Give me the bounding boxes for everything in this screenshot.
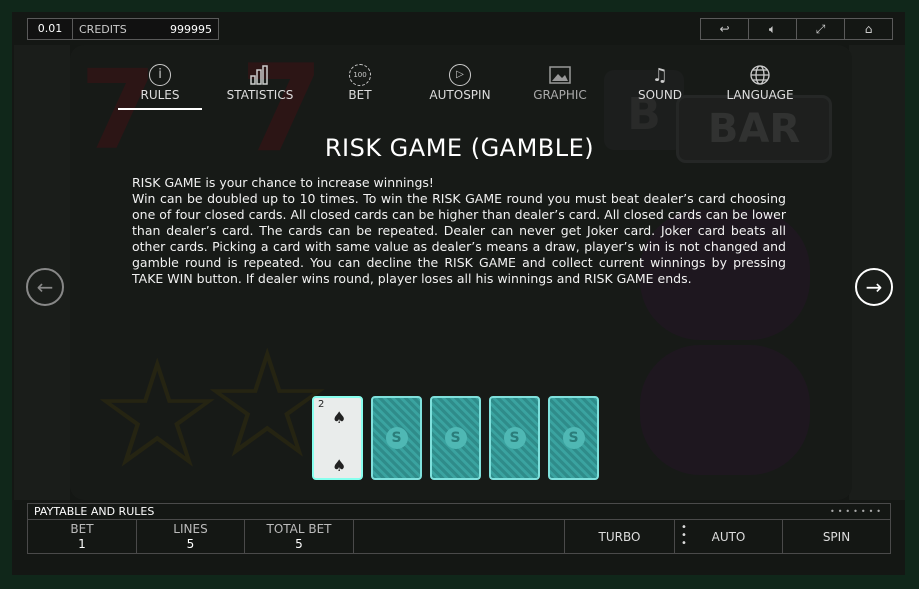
closed-card[interactable]: S: [548, 396, 599, 480]
paytable-label: PAYTABLE AND RULES: [34, 505, 155, 518]
card-logo-icon: S: [385, 427, 408, 449]
card-logo-icon: S: [444, 427, 467, 449]
closed-card[interactable]: S: [489, 396, 540, 480]
lines-display: LINES 5: [137, 520, 245, 553]
credits-value: 999995: [170, 22, 212, 36]
image-icon: [510, 62, 610, 88]
auto-label: AUTO: [711, 529, 746, 544]
back-icon[interactable]: ↩: [701, 19, 749, 39]
gamble-cards: 2 ♠ ♠ S S S S: [312, 396, 599, 480]
total-bet-display: TOTAL BET 5: [245, 520, 354, 553]
total-bet-label: TOTAL BET: [266, 522, 332, 536]
tab-sound[interactable]: ♫ SOUND: [610, 62, 710, 112]
lines-label: LINES: [173, 522, 208, 536]
rules-text: RISK GAME is your chance to increase win…: [132, 175, 786, 287]
tab-bet[interactable]: 100 BET: [310, 62, 410, 112]
page-dots: •••••••: [829, 507, 884, 516]
tab-label: GRAPHIC: [533, 88, 587, 102]
tab-label: LANGUAGE: [726, 88, 794, 102]
spin-label: SPIN: [822, 529, 851, 544]
arrow-right-icon: →: [865, 275, 883, 299]
auto-button[interactable]: • • • AUTO: [675, 520, 783, 553]
tab-autospin[interactable]: ▷ AUTOSPIN: [410, 62, 510, 112]
sound-icon[interactable]: 🔈︎: [749, 19, 797, 39]
music-note-icon: ♫: [651, 64, 669, 86]
arrow-left-icon: ←: [36, 275, 54, 299]
tab-label: AUTOSPIN: [429, 88, 491, 102]
turbo-label: TURBO: [598, 529, 641, 544]
tab-label: STATISTICS: [226, 88, 294, 102]
dealer-card: 2 ♠ ♠: [312, 396, 363, 480]
control-panel: BET 1 LINES 5 TOTAL BET 5 TURBO • • • AUTO…: [27, 519, 891, 554]
turbo-button[interactable]: TURBO: [565, 520, 675, 553]
total-bet-value: 5: [295, 537, 303, 551]
card-rank: 2: [318, 399, 325, 410]
fullscreen-icon[interactable]: ⤢: [797, 19, 845, 39]
tab-label: SOUND: [637, 88, 683, 102]
page-title: RISK GAME (GAMBLE): [324, 134, 595, 162]
globe-icon: [710, 62, 810, 88]
spin-button[interactable]: SPIN: [783, 520, 890, 553]
closed-card[interactable]: S: [371, 396, 422, 480]
closed-card[interactable]: S: [430, 396, 481, 480]
prev-page-button[interactable]: ←: [26, 268, 64, 306]
message-area: [354, 520, 565, 553]
rules-paragraph: RISK GAME is your chance to increase win…: [132, 175, 434, 190]
play-gear-icon: ▷: [410, 62, 510, 88]
lines-value: 5: [186, 537, 195, 551]
bet-display: BET 1: [28, 520, 137, 553]
spade-icon: ♠: [332, 456, 347, 475]
tab-label: BET: [348, 88, 372, 102]
card-logo-icon: S: [503, 427, 526, 449]
denomination: 0.01: [28, 19, 73, 39]
chip-icon: 100: [310, 62, 410, 88]
bet-value: 1: [78, 537, 86, 551]
credits-label: CREDITS: [79, 22, 127, 36]
rules-paragraph: Win can be doubled up to 10 times. To wi…: [132, 191, 786, 286]
bar-chart-icon: [210, 62, 310, 88]
home-icon[interactable]: ⌂: [845, 19, 892, 39]
tab-graphic[interactable]: GRAPHIC: [510, 62, 610, 112]
tab-label: RULES: [140, 88, 180, 102]
paytable-bar[interactable]: PAYTABLE AND RULES •••••••: [27, 503, 891, 519]
more-options-icon[interactable]: • • •: [681, 523, 687, 549]
tab-language[interactable]: LANGUAGE: [710, 62, 810, 112]
card-logo-icon: S: [562, 427, 585, 449]
rules-tabs: i RULES STATISTICS 100 BET ▷ AUTOSPIN GR…: [110, 62, 815, 112]
credits-bar: 0.01 CREDITS 999995: [27, 18, 219, 40]
tab-statistics[interactable]: STATISTICS: [210, 62, 310, 112]
system-buttons: ↩ 🔈︎ ⤢ ⌂: [700, 18, 893, 40]
bet-label: BET: [70, 522, 94, 536]
tab-rules[interactable]: i RULES: [110, 62, 210, 112]
next-page-button[interactable]: →: [855, 268, 893, 306]
spade-icon: ♠: [332, 408, 347, 427]
info-icon: i: [110, 62, 210, 88]
